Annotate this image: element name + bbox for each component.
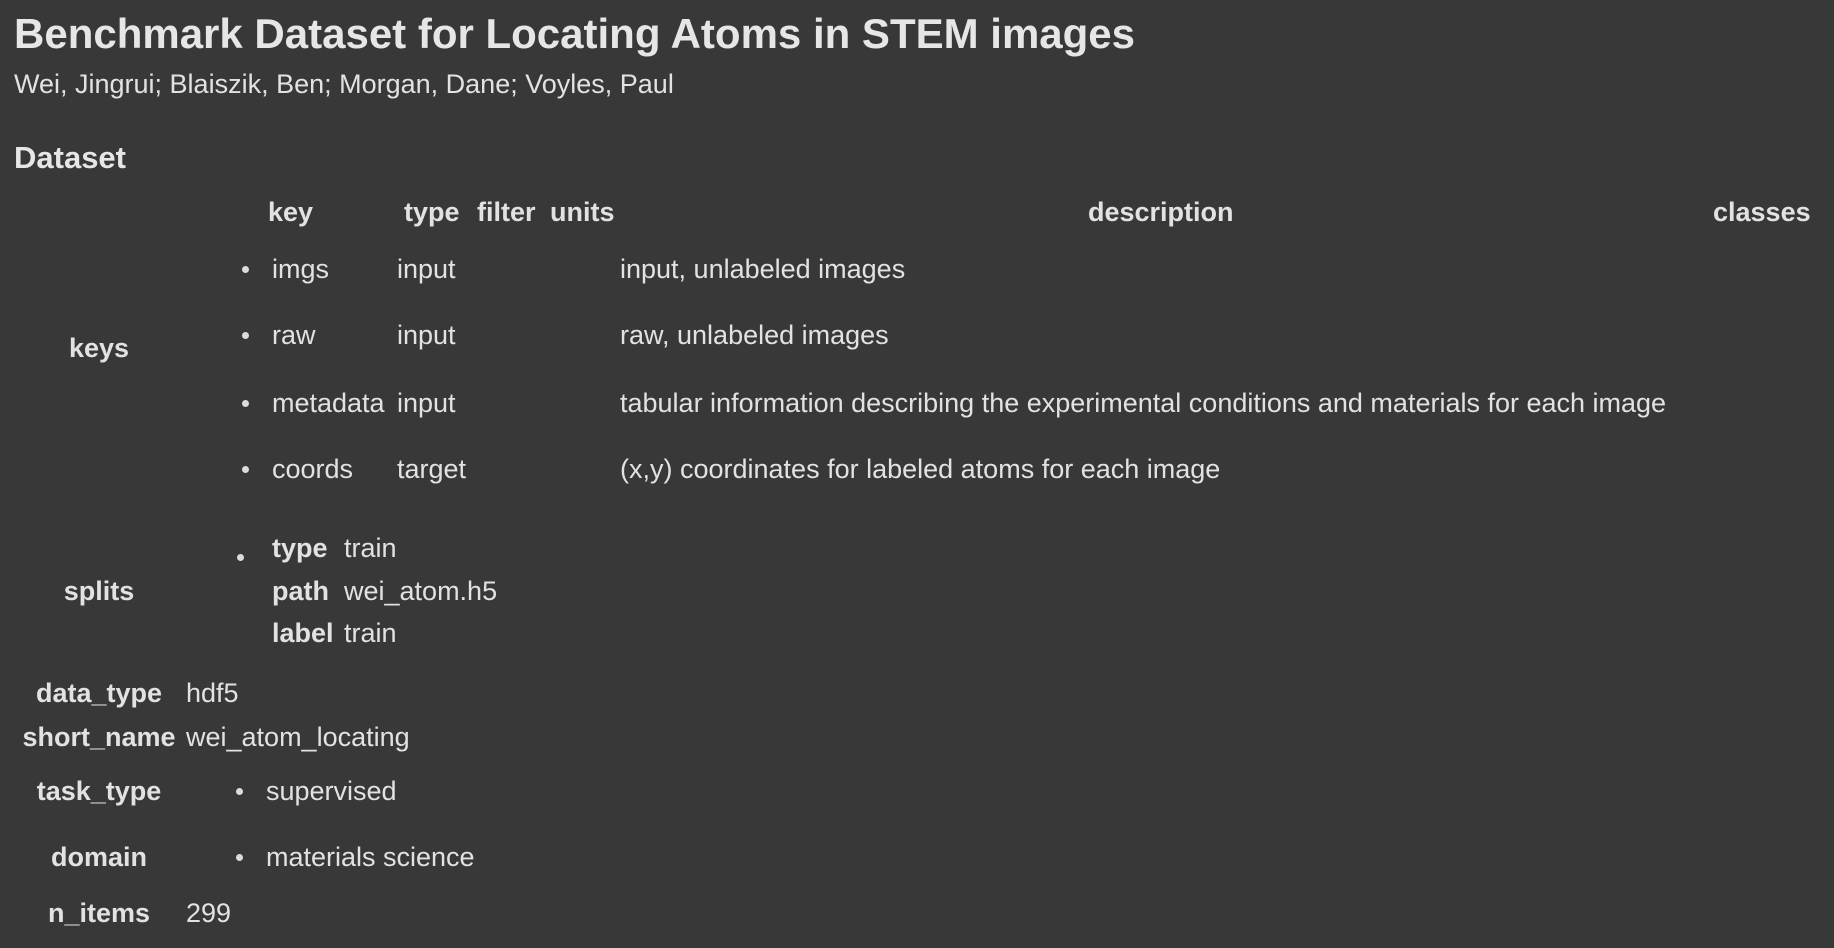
short-name-value: wei_atom_locating (186, 722, 410, 752)
description-cell: (x,y) coordinates for labeled atoms for … (620, 454, 1221, 484)
split-label-value: train (344, 618, 397, 648)
key-cell: raw (272, 320, 316, 350)
col-header-key: key (268, 197, 314, 227)
split-type-label: type (272, 533, 328, 563)
authors-line: Wei, Jingrui; Blaiszik, Ben; Morgan, Dan… (14, 69, 674, 99)
bullet-icon (242, 466, 249, 473)
col-header-description: description (1088, 197, 1234, 227)
row-label-short-name: short_name (22, 722, 176, 752)
bullet-icon (237, 554, 244, 561)
row-label-keys: keys (68, 333, 130, 363)
description-cell: tabular information describing the exper… (620, 388, 1667, 418)
split-path-label: path (272, 576, 329, 606)
bullet-icon (242, 266, 249, 273)
split-type-value: train (344, 533, 397, 563)
key-cell: imgs (272, 254, 330, 284)
key-cell: metadata (272, 388, 385, 418)
row-label-data-type: data_type (35, 678, 163, 708)
split-path-value: wei_atom.h5 (344, 576, 498, 606)
n-items-value: 299 (186, 898, 232, 928)
domain-item: materials science (266, 842, 475, 872)
description-cell: input, unlabeled images (620, 254, 906, 284)
section-heading: Dataset (14, 140, 126, 175)
row-label-n-items: n_items (47, 898, 151, 928)
type-cell: target (397, 454, 467, 484)
col-header-type: type (404, 197, 460, 227)
description-cell: raw, unlabeled images (620, 320, 889, 350)
type-cell: input (397, 388, 456, 418)
bullet-icon (242, 400, 249, 407)
type-cell: input (397, 254, 456, 284)
key-cell: coords (272, 454, 354, 484)
page-title: Benchmark Dataset for Locating Atoms in … (14, 10, 1136, 57)
col-header-filter: filter (477, 197, 536, 227)
row-label-domain: domain (50, 842, 148, 872)
row-label-splits: splits (63, 576, 135, 606)
col-header-classes: classes (1713, 197, 1811, 227)
bullet-icon (242, 332, 249, 339)
bullet-icon (236, 788, 243, 795)
type-cell: input (397, 320, 456, 350)
task-type-item: supervised (266, 776, 397, 806)
data-type-value: hdf5 (186, 678, 239, 708)
split-label-label: label (272, 618, 334, 648)
col-header-units: units (550, 197, 615, 227)
bullet-icon (236, 854, 243, 861)
row-label-task-type: task_type (36, 776, 162, 806)
